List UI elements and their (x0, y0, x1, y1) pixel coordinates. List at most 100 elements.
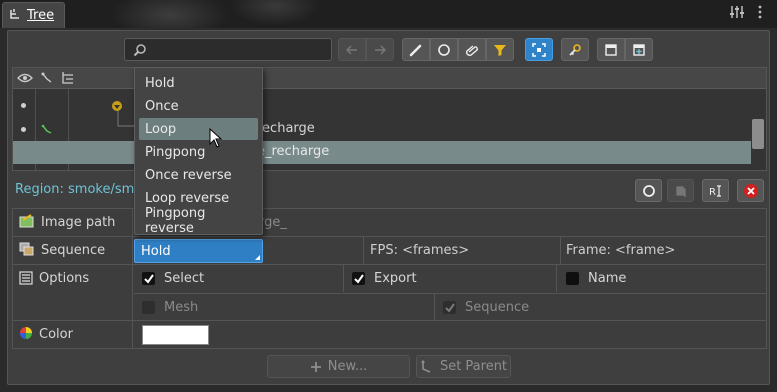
dropdown-option[interactable]: Pingpong (139, 141, 258, 163)
select-checkbox[interactable]: Select (142, 265, 204, 292)
pin-tool-button[interactable] (561, 38, 589, 61)
sequence-mode-value: Hold (141, 243, 171, 259)
options-row-2: Mesh Sequence (13, 294, 766, 321)
next-button[interactable] (366, 38, 394, 61)
image-path-label-cell: Image path (13, 209, 133, 236)
focus-selection-button[interactable] (525, 38, 553, 61)
rename-button[interactable]: R (702, 179, 729, 202)
svg-text:R: R (709, 187, 716, 198)
options-label: Options (39, 271, 90, 286)
cell-divider (363, 237, 364, 264)
slots-filter-button[interactable] (430, 38, 458, 61)
frame-field[interactable]: Frame: <frame> (566, 237, 675, 264)
copy-icon (675, 185, 686, 197)
previous-button[interactable] (338, 38, 366, 61)
focus-group (525, 38, 553, 61)
search-icon (133, 44, 146, 57)
dropdown-corner-icon (255, 255, 260, 260)
image-icon (19, 213, 35, 232)
duplicate-button[interactable] (667, 179, 694, 202)
color-label: Color (39, 327, 73, 342)
dropdown-option[interactable]: Pingpong reverse (139, 206, 258, 236)
color-label-cell: Color (13, 321, 133, 348)
tree-row-label: e_recharge (257, 144, 330, 159)
window-icon (605, 43, 617, 56)
funnel-icon (494, 44, 506, 56)
plus-icon (310, 361, 321, 372)
visibility-dot[interactable] (21, 103, 26, 108)
sequence-checkbox[interactable]: Sequence (443, 294, 529, 321)
set-parent-button[interactable]: Set Parent (416, 355, 511, 378)
more-options-icon[interactable] (757, 5, 763, 23)
search-input[interactable] (124, 38, 332, 61)
frame-value: Frame: <frame> (566, 243, 676, 258)
sequence-row: Sequence Hold FPS: <frames> Frame: <fram… (13, 237, 766, 265)
color-wheel-icon (19, 326, 33, 344)
mesh-label: Mesh (164, 300, 199, 315)
sequence-mode-select[interactable]: Hold (134, 239, 263, 263)
slot-icon (438, 43, 450, 56)
visibility-dot[interactable] (21, 127, 26, 132)
image-path-field[interactable]: rge_ (259, 209, 287, 236)
image-path-value: rge_ (259, 215, 287, 230)
checkmark-icon (352, 272, 365, 285)
name-checkbox[interactable]: Name (566, 265, 626, 292)
tree-header (13, 68, 766, 89)
checkmark-icon (142, 272, 155, 285)
sequence-icon (19, 242, 35, 260)
paperclip-icon (466, 44, 478, 56)
dropdown-option[interactable]: Once reverse (139, 164, 258, 186)
cell-divider (434, 294, 435, 320)
bone-link-icon[interactable] (40, 71, 54, 89)
bone-icon (409, 44, 422, 56)
eye-icon[interactable] (17, 71, 33, 89)
sequence-option-label: Sequence (465, 300, 530, 315)
bone-green-icon (41, 123, 53, 139)
checkmark-disabled-icon (443, 301, 456, 314)
name-label: Name (588, 271, 627, 286)
cell-divider (343, 265, 344, 292)
tree-scrollbar[interactable] (752, 119, 764, 149)
attachments-filter-button[interactable] (458, 38, 486, 61)
delete-button[interactable] (737, 179, 764, 202)
tree-tab-icon (9, 8, 21, 24)
sequence-label: Sequence (41, 243, 106, 258)
dropdown-option-hovered[interactable]: Loop (139, 118, 258, 140)
arrow-right-icon (375, 44, 386, 55)
bones-filter-button[interactable] (402, 38, 430, 61)
new-button[interactable]: New... (267, 355, 410, 378)
list-icon (19, 271, 33, 289)
layout-group (597, 38, 653, 61)
select-label: Select (164, 271, 205, 286)
set-parent-icon (421, 360, 431, 373)
filter-button[interactable] (486, 38, 514, 61)
dropdown-option[interactable]: Hold (139, 72, 258, 94)
tools-group (561, 38, 589, 61)
image-path-label: Image path (41, 215, 116, 230)
fps-field[interactable]: FPS: <frames> (370, 237, 469, 264)
tree-row-selected[interactable]: e_recharge (13, 141, 751, 164)
hierarchy-icon[interactable] (61, 71, 75, 89)
key-icon (569, 43, 581, 56)
cell-divider (560, 237, 561, 264)
tab-tree[interactable]: Tree (2, 2, 65, 28)
focus-icon (532, 42, 546, 57)
text-cursor-icon: R (709, 184, 721, 198)
export-checkbox[interactable]: Export (352, 265, 417, 292)
expand-button[interactable] (625, 38, 653, 61)
fps-value: FPS: <frames> (370, 243, 470, 258)
filter-group (402, 38, 514, 61)
export-label: Export (374, 271, 417, 286)
color-swatch[interactable] (142, 325, 209, 345)
tree-row-label: recharge (257, 121, 315, 136)
region-label: Region: smoke/smo (15, 182, 143, 197)
dropdown-option[interactable]: Once (139, 95, 258, 117)
sequence-label-cell: Sequence (13, 237, 133, 264)
set-slot-button[interactable] (635, 179, 662, 202)
collapse-button[interactable] (597, 38, 625, 61)
settings-sliders-icon[interactable] (729, 5, 745, 23)
delete-icon (743, 183, 758, 198)
checkbox-disabled-icon (142, 301, 155, 314)
mesh-checkbox[interactable]: Mesh (142, 294, 198, 321)
circle-icon (642, 184, 655, 197)
